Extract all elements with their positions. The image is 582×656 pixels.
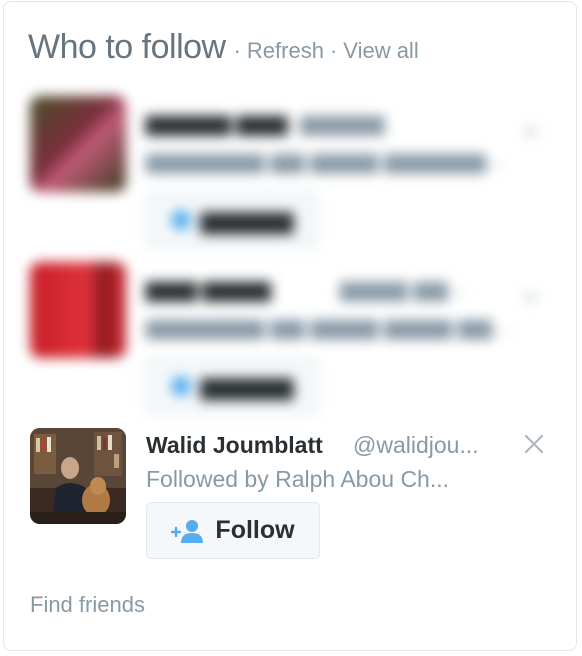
blurred-suggestions: ▆▆▆▆▆ ▆▆▆ ▆▆▆▆▆ ▆▆▆▆▆▆▆ ▆▆ ▆▆▆▆ ▆▆▆▆▆▆..… [0, 80, 582, 414]
add-user-icon [170, 376, 191, 396]
avatar [30, 96, 126, 192]
follow-button-blurred[interactable]: ▆▆▆▆▆ [146, 358, 318, 414]
close-icon[interactable]: × [523, 282, 538, 313]
followed-by-prefix: Followed by [146, 466, 269, 492]
user-name-blurred: ▆▆▆▆▆ ▆▆▆ [146, 110, 288, 135]
suggestion-row: Walid Joumblatt @walidjou... Followed by… [0, 426, 582, 566]
avatar [30, 262, 126, 358]
user-name-blurred: ▆▆▆ ▆▆▆▆ [146, 276, 271, 301]
close-icon [524, 434, 544, 454]
user-name[interactable]: Walid Joumblatt [146, 432, 323, 459]
view-all-link[interactable]: View all [343, 38, 418, 64]
refresh-link[interactable]: Refresh [247, 38, 324, 64]
followed-by-blurred: ▆▆▆▆▆▆▆ ▆▆ ▆▆▆▆ ▆▆▆▆▆▆... [146, 148, 505, 173]
follow-button[interactable]: Follow [146, 502, 320, 559]
follow-button-blurred[interactable]: ▆▆▆▆▆ [146, 192, 318, 248]
separator-dot: · [329, 38, 338, 63]
who-to-follow-header: Who to follow · Refresh · View all [28, 28, 419, 67]
followed-by-blurred: ▆▆▆▆▆▆▆ ▆▆ ▆▆▆▆ ▆▆▆▆ ▆▆... [146, 314, 511, 339]
followed-by-name[interactable]: Ralph Abou Ch... [275, 466, 449, 492]
add-user-icon [170, 210, 191, 230]
follow-button-label: Follow [215, 516, 295, 544]
user-handle-blurred: ▆▆▆▆ ▆▆... [340, 276, 466, 301]
module-title: Who to follow [28, 28, 226, 66]
avatar[interactable] [30, 428, 126, 524]
separator-dot: · [233, 38, 241, 63]
close-icon[interactable]: × [523, 116, 538, 147]
add-user-icon [171, 519, 204, 543]
followed-by-text: Followed by Ralph Abou Ch... [146, 466, 449, 493]
avatar-photo [30, 428, 126, 524]
find-friends-link[interactable]: Find friends [30, 592, 145, 618]
user-handle[interactable]: @walidjou... [353, 432, 479, 459]
user-handle-blurred: ▆▆▆▆▆ [300, 110, 385, 135]
dismiss-button[interactable] [521, 426, 549, 462]
